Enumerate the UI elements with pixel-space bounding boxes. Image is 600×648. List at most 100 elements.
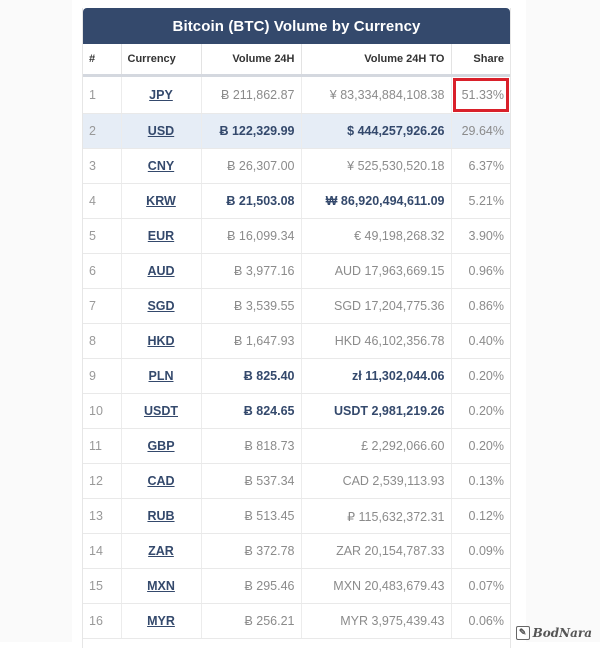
currency-link[interactable]: ZAR	[148, 544, 174, 558]
currency-link[interactable]: CNY	[148, 159, 174, 173]
table-row: 11 GBP Ƀ 818.73 £ 2,292,066.60 0.20%	[83, 428, 510, 464]
volume-table: # Currency Volume 24H Volume 24H TO Shar…	[83, 44, 510, 639]
table-header-row: # Currency Volume 24H Volume 24H TO Shar…	[83, 44, 510, 77]
share-value: 0.20%	[468, 404, 504, 418]
currency-cell: SGD	[121, 288, 202, 324]
share-value: 0.12%	[468, 509, 504, 523]
currency-link[interactable]: PLN	[149, 369, 174, 383]
volume-24h-to-cell: CAD 2,539,113.93	[301, 463, 452, 499]
rank-cell: 4	[83, 183, 122, 219]
table-row: 10 USDT Ƀ 824.65 USDT 2,981,219.26 0.20%	[83, 393, 510, 429]
share-cell: 5.21%	[451, 183, 510, 219]
currency-cell: GBP	[121, 428, 202, 464]
rank-cell: 7	[83, 288, 122, 324]
rank-cell: 9	[83, 358, 122, 394]
table-row: 15 MXN Ƀ 295.46 MXN 20,483,679.43 0.07%	[83, 568, 510, 604]
currency-cell: ZAR	[121, 533, 202, 569]
rank-cell: 2	[83, 113, 122, 149]
currency-link[interactable]: HKD	[147, 334, 174, 348]
table-row: 5 EUR Ƀ 16,099.34 € 49,198,268.32 3.90%	[83, 218, 510, 254]
currency-cell: HKD	[121, 323, 202, 359]
currency-cell: USDT	[121, 393, 202, 429]
watermark-text: BodNara	[532, 626, 592, 640]
column-header-rank[interactable]: #	[83, 44, 122, 77]
volume-24h-cell: Ƀ 818.73	[201, 428, 302, 464]
widget-title: Bitcoin (BTC) Volume by Currency	[83, 8, 510, 44]
currency-link[interactable]: MYR	[147, 614, 175, 628]
share-cell: 0.96%	[451, 253, 510, 289]
volume-widget: Bitcoin (BTC) Volume by Currency # Curre…	[82, 8, 511, 648]
rank-cell: 12	[83, 463, 122, 499]
rank-cell: 11	[83, 428, 122, 464]
share-value: 3.90%	[468, 229, 504, 243]
volume-24h-cell: Ƀ 256.21	[201, 603, 302, 639]
volume-24h-cell: Ƀ 211,862.87	[201, 75, 302, 114]
share-cell: 0.20%	[451, 358, 510, 394]
share-value: 0.40%	[468, 334, 504, 348]
share-value: 0.96%	[468, 264, 504, 278]
share-value: 0.20%	[468, 369, 504, 383]
column-header-currency[interactable]: Currency	[121, 44, 202, 77]
column-header-volume-24h[interactable]: Volume 24H	[201, 44, 302, 77]
volume-24h-to-cell: $ 444,257,926.26	[301, 113, 452, 149]
currency-link[interactable]: CAD	[147, 474, 174, 488]
currency-cell: CNY	[121, 148, 202, 184]
rank-cell: 10	[83, 393, 122, 429]
share-cell: 0.20%	[451, 428, 510, 464]
share-value: 0.07%	[468, 579, 504, 593]
column-header-share[interactable]: Share	[451, 44, 510, 77]
currency-cell: EUR	[121, 218, 202, 254]
currency-cell: MYR	[121, 603, 202, 639]
volume-24h-to-cell: USDT 2,981,219.26	[301, 393, 452, 429]
currency-link[interactable]: MXN	[147, 579, 175, 593]
currency-cell: PLN	[121, 358, 202, 394]
currency-link[interactable]: RUB	[147, 509, 174, 523]
volume-24h-cell: Ƀ 824.65	[201, 393, 302, 429]
page-margin-left	[0, 0, 72, 642]
volume-24h-cell: Ƀ 3,977.16	[201, 253, 302, 289]
share-value: 0.20%	[468, 439, 504, 453]
volume-24h-cell: Ƀ 26,307.00	[201, 148, 302, 184]
table-row: 2 USD Ƀ 122,329.99 $ 444,257,926.26 29.64%	[83, 113, 510, 149]
rank-cell: 1	[83, 75, 122, 114]
volume-24h-cell: Ƀ 537.34	[201, 463, 302, 499]
currency-link[interactable]: EUR	[148, 229, 174, 243]
currency-link[interactable]: GBP	[147, 439, 174, 453]
currency-link[interactable]: KRW	[146, 194, 176, 208]
share-value: 0.06%	[468, 614, 504, 628]
volume-24h-to-cell: ₩ 86,920,494,611.09	[301, 183, 452, 219]
column-header-volume-24h-to[interactable]: Volume 24H TO	[301, 44, 452, 77]
volume-24h-to-cell: MYR 3,975,439.43	[301, 603, 452, 639]
volume-24h-cell: Ƀ 1,647.93	[201, 323, 302, 359]
share-cell: 0.86%	[451, 288, 510, 324]
volume-24h-to-cell: € 49,198,268.32	[301, 218, 452, 254]
currency-link[interactable]: SGD	[147, 299, 174, 313]
share-cell: 51.33%	[451, 75, 510, 114]
table-row: 12 CAD Ƀ 537.34 CAD 2,539,113.93 0.13%	[83, 463, 510, 499]
share-cell: 0.12%	[451, 498, 510, 534]
currency-link[interactable]: USD	[148, 124, 174, 138]
volume-24h-to-cell: ₽ 115,632,372.31	[301, 498, 452, 534]
share-value: 51.33%	[461, 88, 504, 102]
watermark-badge-icon: ✎	[515, 626, 530, 640]
table-row: 9 PLN Ƀ 825.40 zł 11,302,044.06 0.20%	[83, 358, 510, 394]
currency-link[interactable]: JPY	[149, 88, 173, 102]
volume-24h-cell: Ƀ 122,329.99	[201, 113, 302, 149]
table-row: 8 HKD Ƀ 1,647.93 HKD 46,102,356.78 0.40%	[83, 323, 510, 359]
share-cell: 6.37%	[451, 148, 510, 184]
volume-24h-to-cell: HKD 46,102,356.78	[301, 323, 452, 359]
share-value: 6.37%	[468, 159, 504, 173]
currency-cell: KRW	[121, 183, 202, 219]
table-row: 4 KRW Ƀ 21,503.08 ₩ 86,920,494,611.09 5.21%	[83, 183, 510, 219]
rank-cell: 14	[83, 533, 122, 569]
share-value: 29.64%	[461, 124, 504, 138]
rank-cell: 3	[83, 148, 122, 184]
currency-link[interactable]: USDT	[144, 404, 178, 418]
currency-cell: MXN	[121, 568, 202, 604]
watermark: ✎ BodNara	[515, 626, 592, 640]
volume-24h-to-cell: ¥ 83,334,884,108.38	[301, 75, 452, 114]
volume-24h-to-cell: ZAR 20,154,787.33	[301, 533, 452, 569]
currency-link[interactable]: AUD	[147, 264, 174, 278]
share-value: 5.21%	[468, 194, 504, 208]
volume-24h-cell: Ƀ 3,539.55	[201, 288, 302, 324]
